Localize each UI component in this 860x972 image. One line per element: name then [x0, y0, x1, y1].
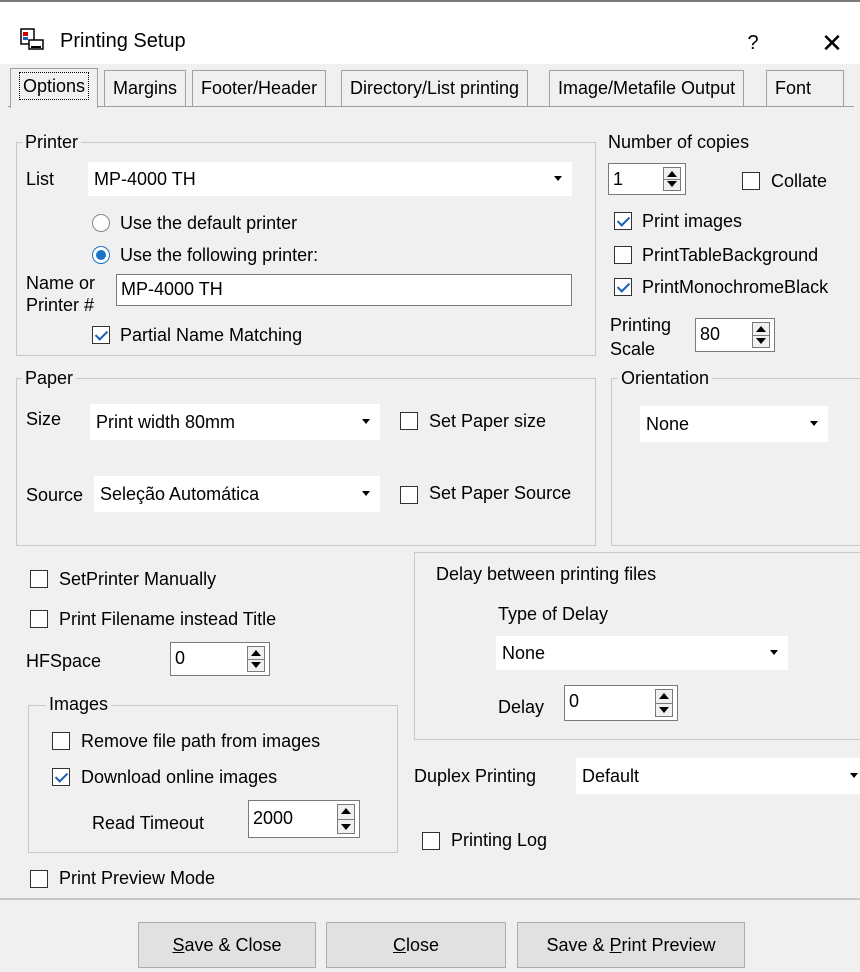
chevron-down-icon	[362, 491, 370, 496]
tab-footer-header[interactable]: Footer/Header	[192, 70, 327, 106]
chevron-down-icon	[362, 419, 370, 424]
remove-file-path-label: Remove file path from images	[81, 731, 321, 751]
collate-checkbox[interactable]	[742, 172, 760, 190]
following-printer-radio[interactable]	[92, 246, 110, 264]
printing-scale-spinner[interactable]: 80	[695, 318, 775, 352]
name-label-line2: Printer #	[26, 295, 95, 315]
print-filename-checkbox[interactable]	[30, 610, 48, 628]
tab-font[interactable]: Font	[766, 70, 844, 106]
hfspace-label: HFSpace	[26, 651, 102, 671]
tab-directory-list-printing[interactable]: Directory/List printing	[341, 70, 529, 106]
set-printer-manually-label: SetPrinter Manually	[59, 569, 217, 589]
print-images-label: Print images	[642, 211, 743, 231]
hfspace-spinner[interactable]: 0	[170, 642, 270, 676]
paper-size-label: Size	[26, 409, 62, 429]
set-paper-size-checkbox[interactable]	[400, 412, 418, 430]
printing-log-label: Printing Log	[451, 830, 548, 850]
bottom-separator	[0, 898, 860, 900]
following-printer-label: Use the following printer:	[120, 245, 319, 265]
set-printer-manually-checkbox[interactable]	[30, 570, 48, 588]
print-filename-label: Print Filename instead Title	[59, 609, 277, 629]
chevron-down-icon	[850, 773, 858, 778]
print-table-background-label: PrintTableBackground	[642, 245, 819, 265]
partial-name-matching-checkbox[interactable]	[92, 326, 110, 344]
window-title: Printing Setup	[60, 30, 186, 52]
save-close-button[interactable]: Save & Close	[138, 922, 316, 968]
paper-group-title: Paper	[22, 367, 77, 389]
help-button[interactable]: ?	[738, 28, 768, 58]
tab-margins[interactable]: Margins	[104, 70, 187, 106]
name-label-line1: Name or	[26, 273, 96, 293]
spin-arrows-icon[interactable]	[655, 689, 673, 717]
print-preview-mode-label: Print Preview Mode	[59, 868, 216, 888]
printing-scale-label-line1: Printing	[610, 315, 672, 335]
print-images-checkbox[interactable]	[614, 212, 632, 230]
orientation-dropdown[interactable]: None	[640, 406, 828, 442]
printing-log-checkbox[interactable]	[422, 832, 440, 850]
spin-arrows-icon[interactable]	[337, 804, 355, 834]
delay-type-dropdown[interactable]: None	[496, 636, 788, 670]
save-print-preview-button[interactable]: Save & Print Preview	[517, 922, 745, 968]
tab-image-metafile-output[interactable]: Image/Metafile Output	[549, 70, 745, 106]
delay-group-title: Delay between printing files	[436, 564, 657, 584]
printer-group-title: Printer	[22, 131, 82, 153]
printer-name-input[interactable]: MP-4000 TH	[116, 274, 572, 306]
paper-source-dropdown[interactable]: Seleção Automática	[94, 476, 380, 512]
default-printer-label: Use the default printer	[120, 213, 298, 233]
copies-spinner[interactable]: 1	[608, 163, 686, 195]
tab-options[interactable]: Options	[10, 68, 99, 108]
read-timeout-spinner[interactable]: 2000	[248, 800, 360, 838]
set-paper-source-label: Set Paper Source	[429, 483, 572, 503]
remove-file-path-checkbox[interactable]	[52, 732, 70, 750]
delay-spinner[interactable]: 0	[564, 685, 678, 721]
printer-list-label: List	[26, 169, 55, 189]
partial-name-matching-label: Partial Name Matching	[120, 325, 303, 345]
read-timeout-label: Read Timeout	[92, 813, 205, 833]
duplex-printing-dropdown[interactable]: Default	[576, 758, 860, 794]
duplex-printing-label: Duplex Printing	[414, 766, 537, 786]
print-table-background-checkbox[interactable]	[614, 246, 632, 264]
chevron-down-icon	[810, 421, 818, 426]
orientation-group	[611, 378, 860, 546]
collate-label: Collate	[771, 171, 828, 191]
chevron-down-icon	[554, 176, 562, 181]
delay-type-label: Type of Delay	[498, 604, 609, 624]
set-paper-source-checkbox[interactable]	[400, 486, 418, 504]
print-preview-mode-checkbox[interactable]	[30, 870, 48, 888]
tab-divider	[8, 106, 854, 107]
spin-arrows-icon[interactable]	[247, 646, 265, 672]
print-monochrome-black-checkbox[interactable]	[614, 278, 632, 296]
printer-list-dropdown[interactable]: MP-4000 TH	[88, 162, 572, 196]
orientation-group-title: Orientation	[618, 367, 713, 389]
default-printer-radio[interactable]	[92, 214, 110, 232]
paper-size-dropdown[interactable]: Print width 80mm	[90, 404, 380, 440]
delay-label: Delay	[498, 697, 545, 717]
paper-source-label: Source	[26, 485, 84, 505]
download-online-images-checkbox[interactable]	[52, 768, 70, 786]
spin-arrows-icon[interactable]	[752, 322, 770, 348]
set-paper-size-label: Set Paper size	[429, 411, 547, 431]
printing-scale-label-line2: Scale	[610, 339, 656, 359]
chevron-down-icon	[770, 650, 778, 655]
download-online-images-label: Download online images	[81, 767, 278, 787]
close-window-button[interactable]: ✕	[816, 28, 848, 58]
print-monochrome-black-label: PrintMonochromeBlack	[642, 277, 829, 297]
close-button[interactable]: Close	[326, 922, 506, 968]
title-bar: Printing Setup ? ✕	[0, 0, 860, 64]
copies-title: Number of copies	[608, 132, 750, 152]
spin-arrows-icon[interactable]	[663, 167, 681, 191]
images-group-title: Images	[46, 693, 112, 715]
printer-app-icon	[20, 28, 44, 50]
